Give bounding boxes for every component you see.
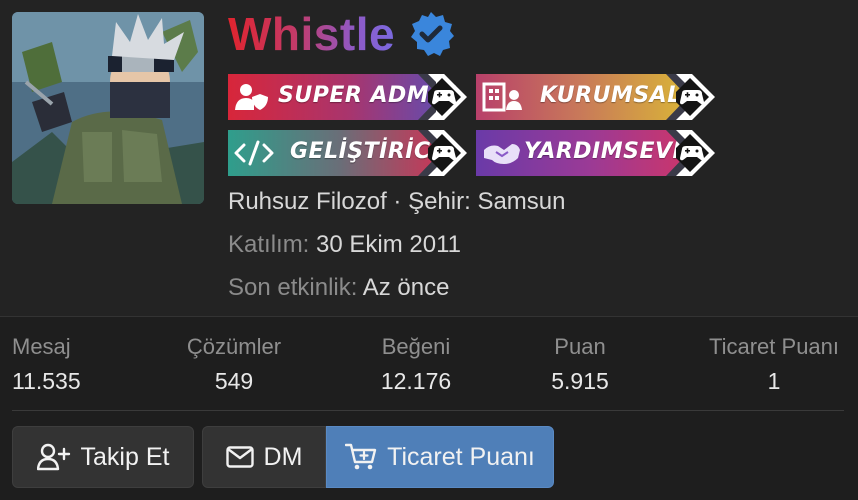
user-shield-icon [235,84,268,110]
separator: · [393,188,402,215]
gamepad-icon [666,74,715,120]
stat-label: Mesaj [12,334,71,359]
cart-plus-icon [345,443,377,470]
building-icon [482,82,522,112]
stat-label: Puan [554,334,606,359]
joined-label: Katılım: [228,231,310,258]
stat-label: Beğeni [381,334,451,359]
gamepad-icon [666,130,715,176]
follow-label: Takip Et [80,442,170,471]
dm-button[interactable]: DM [202,426,326,488]
stat-likes[interactable]: Beğeni 12.176 [356,334,476,395]
last-seen-line: Son etkinlik: Az önce [228,274,449,302]
user-title: Ruhsuz Filozof [228,188,387,215]
stat-label: Ticaret Puanı [708,334,840,359]
user-plus-icon [36,443,70,471]
badge-super-admin: SUPER ADMIN [228,74,467,120]
code-icon [234,140,274,166]
username-row: Whistle [228,6,455,62]
stat-label: Çözümler [186,334,282,359]
stat-value: 11.535 [12,368,81,394]
stat-value: 5.915 [551,368,609,394]
envelope-icon [225,446,254,468]
joined-line: Katılım: 30 Ekim 2011 [228,231,461,259]
city-label: Şehir: [408,188,471,215]
stat-solutions[interactable]: Çözümler 549 [164,334,304,395]
badge-gelistirici: GELİŞTİRİCİ [228,130,467,176]
handshake-icon [484,144,520,164]
last-seen-value[interactable]: Az önce [363,274,450,301]
badge-kurumsal: KURUMSAL [476,74,715,120]
badge-label: KURUMSAL [540,83,682,108]
badge-yardimsever: YARDIMSEVER [476,130,715,176]
joined-value: 30 Ekim 2011 [316,231,462,258]
stat-value: 12.176 [380,368,452,394]
stat-messages[interactable]: Mesaj 11.535 [12,334,92,395]
user-title-line: Ruhsuz Filozof · Şehir: Samsun [228,188,566,216]
gamepad-icon [418,74,467,120]
gamepad-icon [418,130,467,176]
stat-value: 1 [767,368,781,394]
verified-badge-icon [411,12,455,56]
badge-label: GELİŞTİRİCİ [290,139,440,164]
city-value: Samsun [477,188,566,215]
trade-points-label: Ticaret Puanı [387,442,535,471]
stat-points[interactable]: Puan 5.915 [530,334,630,395]
trade-points-button[interactable]: Ticaret Puanı [326,426,554,488]
avatar[interactable] [12,12,204,204]
follow-button[interactable]: Takip Et [12,426,194,488]
dm-label: DM [263,442,303,471]
stat-value: 549 [214,368,254,394]
divider [12,410,844,411]
last-seen-label: Son etkinlik: [228,274,358,301]
username[interactable]: Whistle [228,6,395,62]
stat-trade-points[interactable]: Ticaret Puanı 1 [700,334,848,395]
